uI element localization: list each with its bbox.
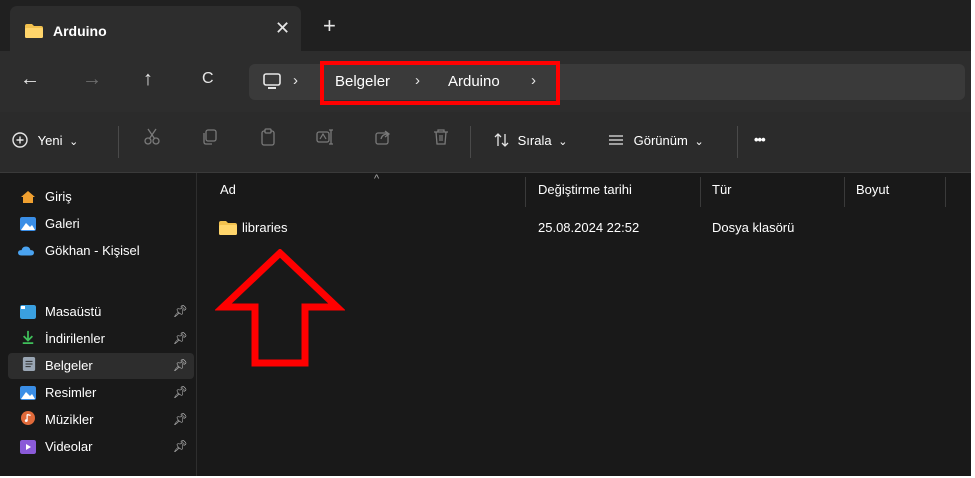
annotation-arrow <box>215 249 345 367</box>
divider <box>118 126 119 158</box>
documents-icon <box>22 357 36 371</box>
pin-icon[interactable]: 📌︎ <box>173 331 188 345</box>
forward-button[interactable]: → <box>82 69 102 89</box>
gallery-icon <box>20 217 36 231</box>
close-tab-button[interactable]: ✕ <box>275 18 290 39</box>
column-separator[interactable] <box>525 177 526 207</box>
more-options-button[interactable]: ••• <box>754 132 766 147</box>
view-label: Görünüm <box>633 133 688 148</box>
music-icon <box>21 411 35 425</box>
pin-icon[interactable]: 📌︎ <box>173 439 188 453</box>
pin-icon[interactable]: 📌︎ <box>173 412 188 426</box>
sidebar-item-gallery[interactable]: Galeri <box>8 211 194 237</box>
chevron-down-icon: ⌄ <box>558 136 568 148</box>
cut-icon[interactable] <box>143 128 161 146</box>
column-header-size[interactable]: Boyut <box>856 182 889 197</box>
pin-icon[interactable]: 📌︎ <box>173 358 188 372</box>
refresh-button[interactable]: C <box>202 69 214 89</box>
sidebar-item-documents[interactable]: Belgeler 📌︎ <box>8 353 194 379</box>
back-button[interactable]: ← <box>20 69 40 89</box>
tab-arduino[interactable]: Arduino ✕ <box>10 6 301 51</box>
sidebar-item-label: Galeri <box>45 216 80 231</box>
sidebar-item-label: Giriş <box>45 189 72 204</box>
sort-icon <box>494 133 509 147</box>
pictures-icon <box>20 386 36 400</box>
sidebar-item-label: Resimler <box>45 385 97 400</box>
file-list: ^ Ad Değiştirme tarihi Tür Boyut librari… <box>197 173 971 476</box>
view-icon <box>609 135 623 145</box>
column-header-date[interactable]: Değiştirme tarihi <box>538 182 632 197</box>
divider <box>737 126 738 158</box>
sidebar-item-label: Masaüstü <box>45 304 102 319</box>
delete-icon[interactable] <box>432 128 450 146</box>
view-button[interactable]: Görünüm ⌄ <box>608 132 704 148</box>
column-separator[interactable] <box>844 177 845 207</box>
onedrive-icon <box>18 246 34 256</box>
column-separator[interactable] <box>700 177 701 207</box>
sidebar-item-videos[interactable]: Videolar 📌︎ <box>8 434 194 460</box>
share-icon[interactable] <box>374 128 392 146</box>
navigation-pane: Giriş Galeri Gökhan - Kişisel Masaüstü 📌… <box>0 173 197 476</box>
table-row[interactable]: libraries 25.08.2024 22:52 Dosya klasörü <box>207 217 967 239</box>
tab-title: Arduino <box>53 23 107 39</box>
up-button[interactable]: ↑ <box>143 69 153 89</box>
sidebar-item-music[interactable]: Müzikler 📌︎ <box>8 407 194 433</box>
paste-icon[interactable] <box>259 128 277 146</box>
desktop-icon <box>20 305 36 319</box>
plus-circle-icon <box>12 132 28 148</box>
sidebar-item-label: Videolar <box>45 439 93 454</box>
sort-caret-icon: ^ <box>374 173 380 185</box>
column-header-name[interactable]: Ad <box>220 182 236 197</box>
sort-label: Sırala <box>517 133 552 148</box>
sidebar-item-home[interactable]: Giriş <box>8 184 194 210</box>
home-icon <box>21 191 35 203</box>
divider <box>470 126 471 158</box>
sidebar-item-desktop[interactable]: Masaüstü 📌︎ <box>8 299 194 325</box>
folder-icon <box>219 221 237 235</box>
file-name: libraries <box>242 220 288 235</box>
chevron-down-icon: ⌄ <box>69 136 79 148</box>
sidebar-item-label: İndirilenler <box>45 331 105 346</box>
sidebar-item-label: Müzikler <box>45 412 94 427</box>
new-tab-button[interactable]: + <box>323 15 336 37</box>
sidebar-item-pictures[interactable]: Resimler 📌︎ <box>8 380 194 406</box>
file-explorer-window: Arduino ✕ + ← → ↑ C › Belgeler › Arduino… <box>0 0 971 476</box>
sidebar-item-label: Belgeler <box>45 358 93 373</box>
new-button[interactable]: Yeni ⌄ <box>12 132 78 148</box>
title-bar: Arduino ✕ + <box>0 0 971 51</box>
download-icon <box>22 330 34 344</box>
command-bar: Yeni ⌄ Sırala ⌄ Görünüm ⌄ ••• <box>0 112 971 173</box>
videos-icon <box>20 440 36 454</box>
sidebar-item-label: Gökhan - Kişisel <box>45 243 140 258</box>
annotation-box <box>320 61 560 105</box>
rename-icon[interactable] <box>316 128 334 146</box>
new-label: Yeni <box>37 133 63 148</box>
sidebar-item-onedrive[interactable]: Gökhan - Kişisel <box>8 238 194 264</box>
pin-icon[interactable]: 📌︎ <box>173 304 188 318</box>
copy-icon[interactable] <box>201 128 219 146</box>
this-pc-icon[interactable] <box>262 73 282 91</box>
sort-button[interactable]: Sırala ⌄ <box>494 132 567 148</box>
file-date: 25.08.2024 22:52 <box>538 220 640 235</box>
file-type: Dosya klasörü <box>712 220 795 235</box>
chevron-down-icon: ⌄ <box>694 136 704 148</box>
column-header-type[interactable]: Tür <box>712 182 732 197</box>
sidebar-item-downloads[interactable]: İndirilenler 📌︎ <box>8 326 194 352</box>
breadcrumb-separator[interactable]: › <box>293 72 298 89</box>
pin-icon[interactable]: 📌︎ <box>173 385 188 399</box>
column-separator[interactable] <box>945 177 946 207</box>
folder-icon <box>25 24 43 38</box>
